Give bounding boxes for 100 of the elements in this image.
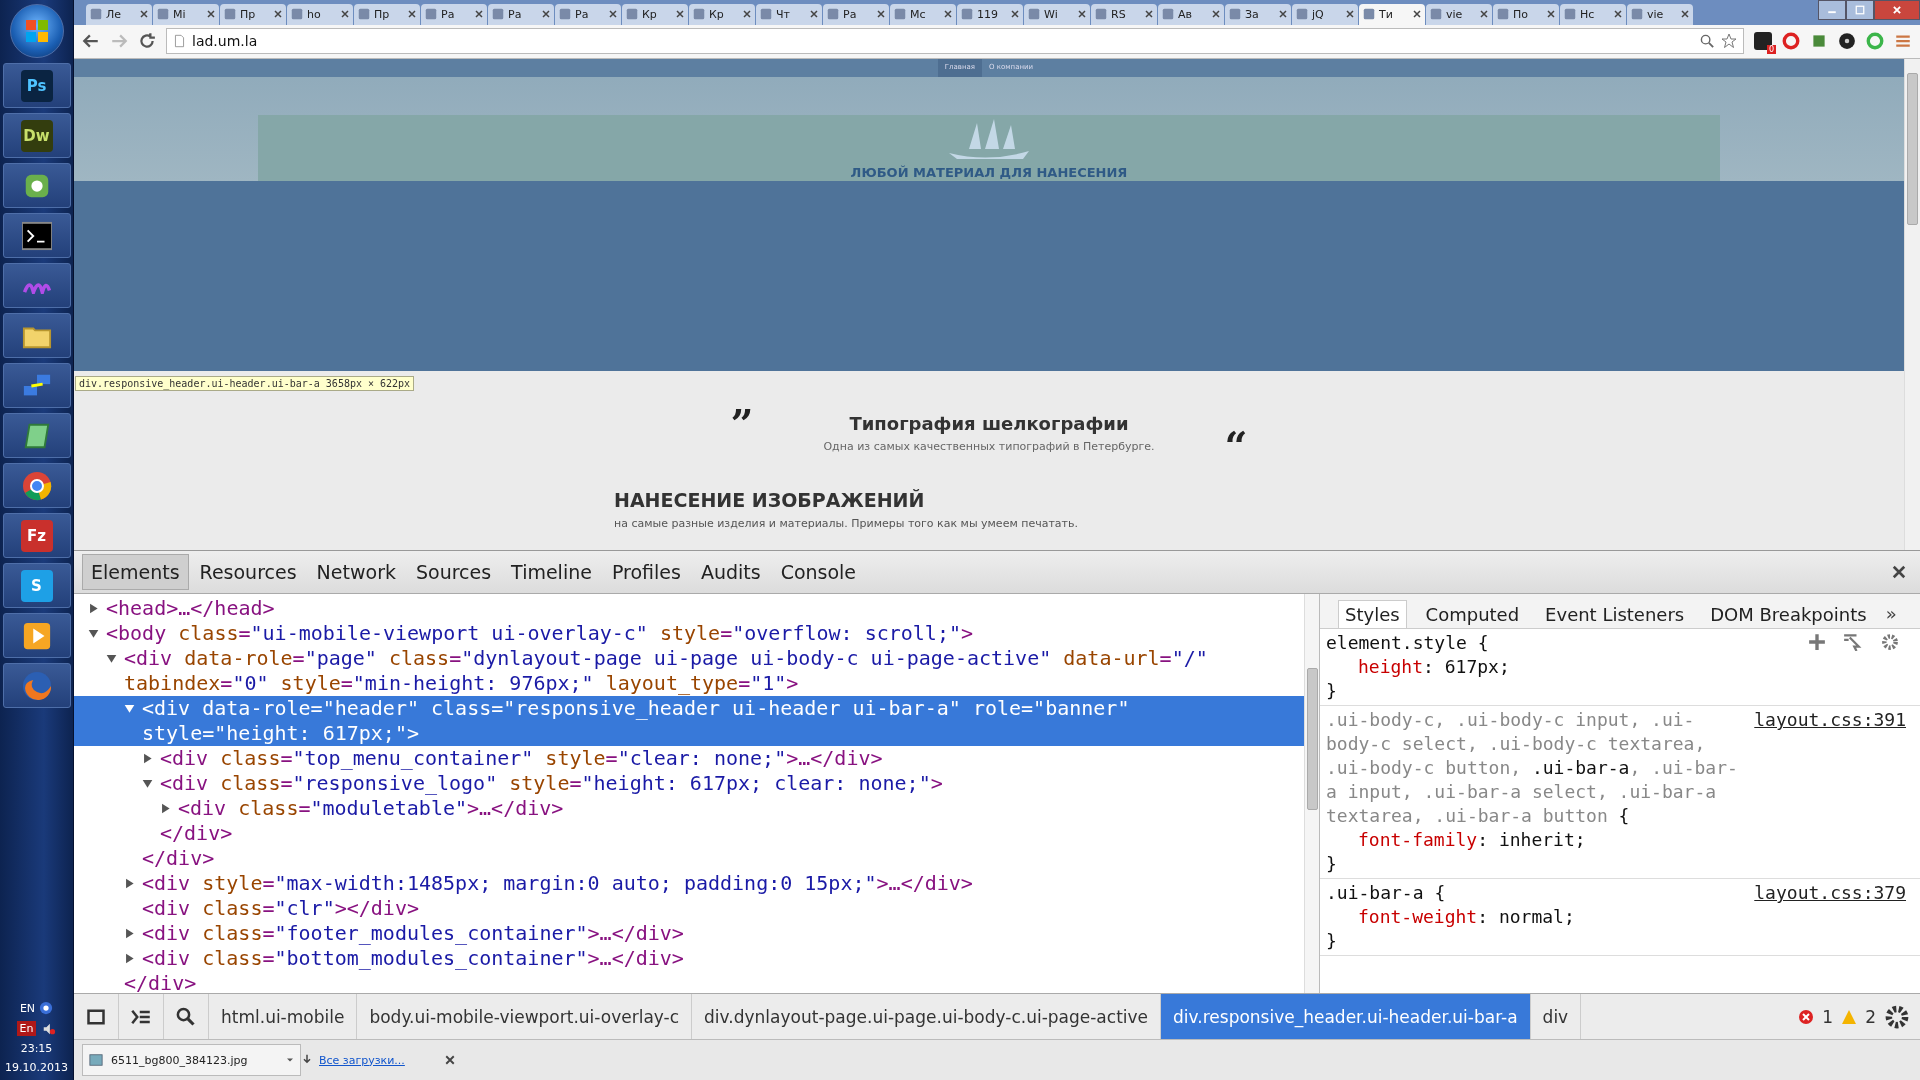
browser-tab[interactable]: Ра [421, 3, 487, 25]
disc-icon[interactable] [1838, 32, 1856, 51]
dom-node[interactable]: <head>…</head> [106, 596, 275, 622]
dom-node[interactable]: <div style="max-width:1485px; margin:0 auto; padding:0 15px;">…</div> [142, 871, 973, 897]
close-icon[interactable] [1892, 565, 1906, 580]
taskbar-app-button[interactable] [2, 413, 71, 458]
reload-icon[interactable] [138, 32, 156, 51]
star-icon[interactable] [1721, 33, 1737, 50]
browser-tab[interactable]: Пр [354, 3, 420, 25]
browser-tab[interactable]: vie [1627, 3, 1693, 25]
collapsed-triangle-icon[interactable] [88, 603, 99, 615]
browser-tab[interactable]: Чт [756, 3, 822, 25]
input-indicator[interactable]: En [16, 1021, 37, 1036]
close-icon[interactable] [1279, 10, 1287, 19]
browser-tab[interactable]: Кр [689, 3, 755, 25]
taskbar-app-button[interactable] [2, 163, 71, 208]
collapsed-triangle-icon[interactable] [124, 953, 135, 965]
close-icon[interactable] [1078, 10, 1086, 19]
maximize-button[interactable] [1846, 0, 1874, 20]
help-icon[interactable] [39, 1001, 54, 1015]
source-link[interactable]: layout.css:379 [1754, 881, 1906, 906]
close-icon[interactable] [676, 10, 684, 19]
devtools-tab[interactable]: Elements [82, 554, 189, 591]
browser-tab[interactable]: Пр [220, 3, 286, 25]
collapsed-triangle-icon[interactable] [124, 928, 135, 940]
browser-tab[interactable]: 119 [957, 3, 1023, 25]
close-icon[interactable] [877, 10, 885, 19]
taskbar-app-button[interactable] [2, 613, 71, 658]
close-icon[interactable] [274, 10, 282, 19]
dom-node[interactable]: <div data-role="page" class="dynlayout-page ui-page ui-body-c ui-page-active" data-url="/" tabindex="0" style="min-height: 976px;" layout_type="1"> [124, 646, 1296, 697]
devtools-tab[interactable]: Audits [691, 554, 770, 591]
close-icon[interactable] [944, 10, 952, 19]
css-property[interactable]: font-weight: normal; [1326, 905, 1906, 930]
devtools-tab[interactable]: Sources [406, 554, 501, 591]
devtools-tab[interactable]: Console [771, 554, 866, 591]
close-icon[interactable] [1547, 10, 1555, 19]
browser-tab[interactable]: Ра [488, 3, 554, 25]
browser-tab[interactable]: По [1493, 3, 1559, 25]
collapsed-triangle-icon[interactable] [124, 878, 135, 890]
browser-tab[interactable]: Мс [890, 3, 956, 25]
scrollbar[interactable] [1304, 594, 1320, 994]
close-icon[interactable] [542, 10, 550, 19]
close-icon[interactable] [1212, 10, 1220, 19]
collapsed-triangle-icon[interactable] [142, 753, 153, 765]
sidebar-tab[interactable]: DOM Breakpoints [1703, 600, 1874, 629]
sidebar-tab[interactable]: Event Listeners [1538, 600, 1692, 629]
close-icon[interactable] [408, 10, 416, 19]
browser-tab[interactable]: Ра [823, 3, 889, 25]
close-icon[interactable] [609, 10, 617, 19]
devtools-tab[interactable]: Timeline [502, 554, 601, 591]
browser-tab[interactable]: Нс [1560, 3, 1626, 25]
minimize-button[interactable] [1818, 0, 1846, 20]
warning-count[interactable]: 2 [1865, 1006, 1876, 1027]
dom-node[interactable]: <div class="responsive_logo" style="height: 617px; clear: none;"> [160, 771, 943, 797]
language-indicator[interactable]: EN [19, 1001, 36, 1015]
browser-tab[interactable]: vie [1426, 3, 1492, 25]
close-icon[interactable] [743, 10, 751, 19]
expanded-triangle-icon[interactable] [142, 778, 153, 790]
taskbar-app-button[interactable]: Fz [2, 513, 71, 558]
download-item[interactable]: 6511_bg800_384123.jpg [82, 1044, 301, 1077]
more-tabs-button[interactable]: » [1885, 603, 1897, 629]
close-icon[interactable] [444, 1055, 455, 1066]
close-icon[interactable] [1145, 10, 1153, 19]
ring-icon[interactable] [1782, 32, 1800, 51]
dom-node[interactable]: <div class="moduletable">…</div> [178, 796, 564, 822]
close-icon[interactable] [810, 10, 818, 19]
taskbar-app-button[interactable]: Dw [2, 113, 71, 158]
browser-tab[interactable]: ho [287, 3, 353, 25]
close-icon[interactable] [140, 10, 148, 19]
plus-icon[interactable] [1808, 633, 1826, 652]
dom-node[interactable]: <div class="clr"></div> [142, 896, 419, 922]
taskbar-app-button[interactable] [2, 213, 71, 258]
expanded-triangle-icon[interactable] [88, 628, 99, 640]
expanded-triangle-icon[interactable] [106, 653, 117, 665]
close-icon[interactable] [207, 10, 215, 19]
search-icon[interactable] [1700, 33, 1715, 49]
clock-date[interactable]: 19.10.2013 [5, 1061, 68, 1074]
start-button[interactable] [9, 4, 64, 58]
close-icon[interactable] [341, 10, 349, 19]
sidebar-tab[interactable]: Computed [1418, 600, 1527, 629]
breadcrumb[interactable]: div.responsive_header.ui-header.ui-bar-a [1161, 994, 1531, 1040]
devtools-tab[interactable]: Network [307, 554, 405, 591]
close-icon[interactable] [1413, 10, 1421, 19]
close-icon[interactable] [1346, 10, 1354, 19]
scrollbar[interactable] [1904, 58, 1920, 551]
collapsed-triangle-icon[interactable] [160, 803, 171, 815]
close-icon[interactable] [1480, 10, 1488, 19]
close-icon[interactable] [475, 10, 483, 19]
browser-tab[interactable]: Mi [153, 3, 219, 25]
taskbar-app-button[interactable]: Ps [2, 63, 71, 108]
dom-node[interactable]: <div class="top_menu_container" style="clear: none;">…</div> [160, 746, 883, 772]
cursor-icon[interactable] [1842, 633, 1862, 652]
css-property[interactable]: height: 617px; [1326, 655, 1906, 680]
address-bar[interactable]: lad.um.la [166, 28, 1744, 55]
browser-tab[interactable]: RS [1091, 3, 1157, 25]
speaker-muted-icon[interactable] [42, 1021, 57, 1036]
error-count[interactable]: 1 [1822, 1006, 1834, 1027]
taskbar-app-button[interactable] [2, 313, 71, 358]
browser-tab[interactable]: Ра [555, 3, 621, 25]
close-icon[interactable] [1614, 10, 1622, 19]
